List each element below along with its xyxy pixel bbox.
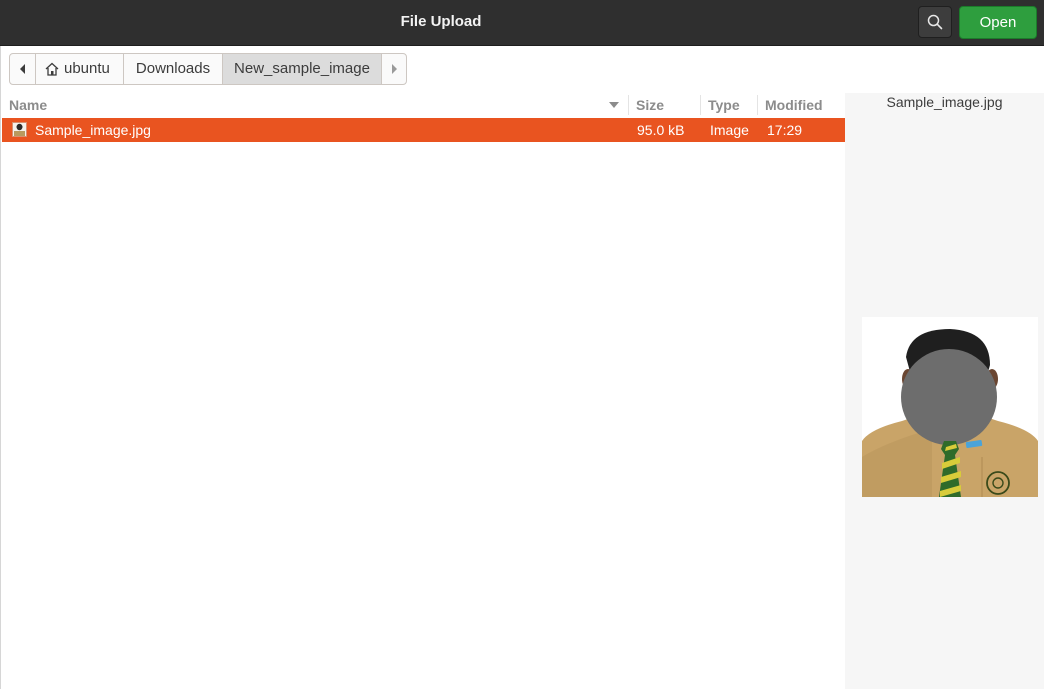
preview-pane: Sample_image.jpg: [845, 93, 1044, 689]
column-divider: [628, 95, 629, 115]
crumb-downloads[interactable]: Downloads: [124, 54, 223, 84]
dialog-title: File Upload: [400, 13, 482, 30]
column-header-type[interactable]: Type: [708, 93, 740, 117]
crumb-label: ubuntu: [64, 60, 110, 77]
preview-filename: Sample_image.jpg: [886, 94, 1003, 110]
chevron-right-icon: [392, 64, 397, 74]
file-type: Image: [710, 122, 749, 138]
column-header-modified[interactable]: Modified: [765, 93, 823, 117]
search-button[interactable]: [918, 6, 952, 38]
open-button[interactable]: Open: [959, 6, 1037, 39]
file-list: Name Size Type Modified Sample_image.jpg…: [0, 93, 846, 689]
path-back-button[interactable]: [10, 54, 36, 84]
column-header-name[interactable]: Name: [9, 93, 47, 117]
preview-image: [862, 317, 1038, 497]
file-modified: 17:29: [767, 122, 803, 138]
file-name: Sample_image.jpg: [35, 122, 151, 138]
path-bar: ubuntu Downloads New_sample_image: [0, 46, 1044, 93]
image-file-icon: [12, 122, 27, 137]
path-forward-button[interactable]: [382, 54, 406, 84]
home-icon: [45, 62, 59, 76]
sort-down-icon[interactable]: [609, 102, 619, 108]
column-divider: [700, 95, 701, 115]
column-header-size[interactable]: Size: [636, 93, 664, 117]
chevron-left-icon: [19, 64, 25, 74]
search-icon: [927, 14, 943, 30]
column-headers: Name Size Type Modified: [1, 93, 846, 117]
column-divider: [757, 95, 758, 115]
file-size: 95.0 kB: [637, 122, 685, 138]
breadcrumb: ubuntu Downloads New_sample_image: [9, 53, 407, 85]
crumb-ubuntu[interactable]: ubuntu: [36, 54, 124, 84]
crumb-new-sample-image[interactable]: New_sample_image: [223, 54, 382, 84]
header-bar: File Upload Open: [0, 0, 1044, 46]
file-row[interactable]: Sample_image.jpg 95.0 kB Image 17:29: [2, 118, 846, 142]
